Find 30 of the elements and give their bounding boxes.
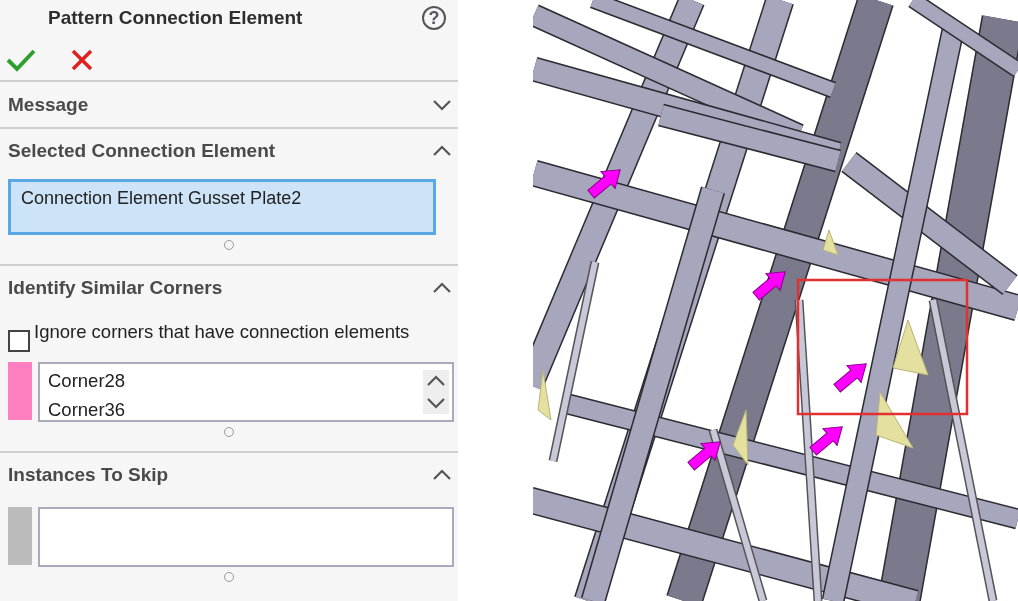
- gusset-plate: [875, 391, 914, 449]
- section-title[interactable]: Instances To Skip: [8, 464, 169, 486]
- checkmark-icon[interactable]: [6, 48, 36, 72]
- panel-title: Pattern Connection Element: [48, 7, 303, 29]
- pointer-arrow: [833, 363, 867, 393]
- help-button[interactable]: ?: [422, 6, 446, 30]
- pointer-arrow: [587, 169, 621, 199]
- pointer-arrow: [752, 271, 786, 301]
- collapse-chevron-icon[interactable]: [432, 145, 452, 157]
- pointer-arrow: [809, 426, 843, 456]
- gusset-plate: [537, 369, 552, 421]
- collapse-chevron-icon[interactable]: [432, 469, 452, 481]
- close-icon[interactable]: [70, 48, 94, 72]
- list-item[interactable]: Corner28: [48, 366, 126, 395]
- collapse-chevron-icon[interactable]: [432, 282, 452, 294]
- section-title[interactable]: Message: [8, 93, 89, 116]
- section-title[interactable]: Identify Similar Corners: [8, 277, 223, 299]
- checkbox-label: Ignore corners that have connection elements: [34, 320, 410, 343]
- expand-chevron-icon[interactable]: [432, 98, 452, 111]
- section-title[interactable]: Selected Connection Element: [8, 140, 276, 162]
- selection-field[interactable]: Connection Element Gusset Plate2: [8, 179, 436, 235]
- scroll-chevron-icon[interactable]: [426, 397, 446, 409]
- list-item[interactable]: Corner36: [48, 395, 126, 424]
- gusset-plate: [892, 319, 929, 376]
- scroll-chevron-icon[interactable]: [426, 375, 446, 387]
- selection-list[interactable]: Corner28 Corner36: [38, 362, 454, 422]
- gusset-plate: [732, 409, 749, 466]
- pointer-arrow: [687, 441, 721, 471]
- gusset-plate: [822, 229, 839, 256]
- checkbox[interactable]: [8, 330, 30, 352]
